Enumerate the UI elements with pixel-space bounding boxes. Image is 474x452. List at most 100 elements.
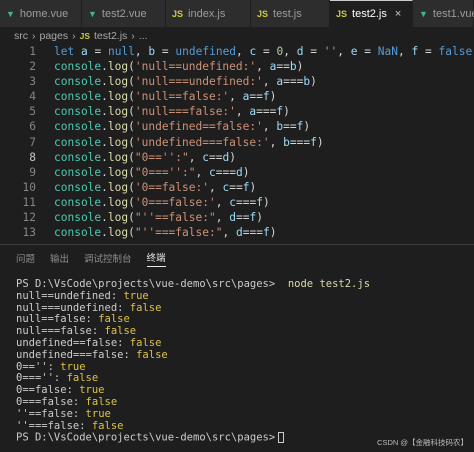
line-number: 11 <box>0 195 54 210</box>
code-line[interactable]: 9console.log("0==='':", c===d) <box>0 165 474 180</box>
line-number: 3 <box>0 74 54 89</box>
panel-tab[interactable]: 终端 <box>147 250 166 267</box>
tab-label: test.js <box>273 8 302 20</box>
output-value: false <box>130 337 162 349</box>
tab-test1-vue[interactable]: ▼ test1.vue <box>413 0 474 27</box>
code-text: console.log('0==false:', c==f) <box>54 180 256 195</box>
vue-icon: ▼ <box>6 9 15 19</box>
tab-test2-js[interactable]: JS test2.js × <box>330 0 413 27</box>
line-number: 6 <box>0 119 54 134</box>
code-text: console.log('null==undefined:', a==b) <box>54 59 303 74</box>
terminal-command: node test2.js <box>288 278 370 290</box>
code-line[interactable]: 6console.log('undefined==false:', b==f) <box>0 119 474 134</box>
js-icon: JS <box>336 9 347 19</box>
code-text: console.log('null==false:', a==f) <box>54 89 276 104</box>
js-icon: JS <box>80 31 90 41</box>
code-text: console.log("''===false:", d===f) <box>54 225 276 240</box>
code-line[interactable]: 7console.log('undefined===false:', b===f… <box>0 135 474 150</box>
output-value: false <box>86 396 118 408</box>
code-line[interactable]: 4console.log('null==false:', a==f) <box>0 89 474 104</box>
code-text: console.log("0==='':", c===d) <box>54 165 250 180</box>
tab-index-js[interactable]: JS index.js <box>166 0 251 27</box>
tab-label: test1.vue <box>433 8 474 20</box>
code-line[interactable]: 12console.log("''==false:", d==f) <box>0 210 474 225</box>
output-label: 0===false: <box>16 396 86 408</box>
chevron-right-icon: › <box>131 30 135 42</box>
code-line[interactable]: 5console.log('null===false:', a===f) <box>0 104 474 119</box>
output-value: false <box>92 420 124 432</box>
code-line[interactable]: 3console.log('null===undefined:', a===b) <box>0 74 474 89</box>
code-line[interactable]: 2console.log('null==undefined:', a==b) <box>0 59 474 74</box>
tab-label: index.js <box>188 8 225 20</box>
panel-tab[interactable]: 输出 <box>50 251 69 265</box>
output-label: 0=='': <box>16 361 60 373</box>
output-value: false <box>105 325 137 337</box>
terminal-output-line: ''===false: false <box>16 421 474 433</box>
tab-test-js[interactable]: JS test.js <box>251 0 330 27</box>
terminal[interactable]: PS D:\VsCode\projects\vue-demo\src\pages… <box>0 271 474 444</box>
output-value: true <box>123 290 148 302</box>
breadcrumb-more[interactable]: ... <box>139 30 148 42</box>
output-value: false <box>67 372 99 384</box>
code-line[interactable]: 10console.log('0==false:', c==f) <box>0 180 474 195</box>
vue-icon: ▼ <box>419 9 428 19</box>
tab-label: home.vue <box>20 8 68 20</box>
output-label: ''==false: <box>16 408 86 420</box>
breadcrumb-src[interactable]: src <box>14 30 28 42</box>
code-text: let a = null, b = undefined, c = 0, d = … <box>54 44 472 59</box>
watermark: CSDN @【金融科技码农】 <box>377 437 468 448</box>
panel-tab[interactable]: 问题 <box>16 251 35 265</box>
js-icon: JS <box>257 9 268 19</box>
chevron-right-icon: › <box>72 30 76 42</box>
line-number: 12 <box>0 210 54 225</box>
line-number: 10 <box>0 180 54 195</box>
panel-tabs: 问题 输出 调试控制台 终端 <box>0 245 474 271</box>
code-line[interactable]: 1let a = null, b = undefined, c = 0, d =… <box>0 44 474 59</box>
code-text: console.log('undefined===false:', b===f) <box>54 135 324 150</box>
code-editor[interactable]: 1let a = null, b = undefined, c = 0, d =… <box>0 44 474 240</box>
breadcrumb-pages[interactable]: pages <box>40 30 69 42</box>
output-label: null===undefined: <box>16 302 130 314</box>
output-value: true <box>86 408 111 420</box>
tab-label: test2.vue <box>102 8 147 20</box>
output-label: null===false: <box>16 325 105 337</box>
bottom-panel: 问题 输出 调试控制台 终端 PS D:\VsCode\projects\vue-de… <box>0 244 474 452</box>
line-number: 13 <box>0 225 54 240</box>
terminal-prompt: PS D:\VsCode\projects\vue-demo\src\pages… <box>16 432 275 444</box>
output-value: false <box>98 313 130 325</box>
tab-home-vue[interactable]: ▼ home.vue <box>0 0 82 27</box>
line-number: 2 <box>0 59 54 74</box>
line-number: 7 <box>0 135 54 150</box>
code-line[interactable]: 11console.log('0===false:', c===f) <box>0 195 474 210</box>
close-icon[interactable]: × <box>395 8 401 20</box>
code-text: console.log("0=='':", c==d) <box>54 150 236 165</box>
line-number: 4 <box>0 89 54 104</box>
output-value: false <box>136 349 168 361</box>
code-text: console.log('undefined==false:', b==f) <box>54 119 310 134</box>
output-label: null==false: <box>16 313 98 325</box>
code-line[interactable]: 8console.log("0=='':", c==d) <box>0 150 474 165</box>
output-label: null==undefined: <box>16 290 123 302</box>
editor-tabs: ▼home.vue▼test2.vueJSindex.jsJStest.jsJS… <box>0 0 474 27</box>
output-value: true <box>79 384 104 396</box>
js-icon: JS <box>172 9 183 19</box>
vue-icon: ▼ <box>88 9 97 19</box>
breadcrumb-file[interactable]: test2.js <box>94 30 127 42</box>
terminal-cursor[interactable] <box>278 432 284 443</box>
code-text: console.log('null===false:', a===f) <box>54 104 290 119</box>
output-value: true <box>60 361 85 373</box>
line-number: 5 <box>0 104 54 119</box>
output-label: 0==false: <box>16 384 79 396</box>
chevron-right-icon: › <box>32 30 36 42</box>
panel-tab[interactable]: 调试控制台 <box>84 251 132 265</box>
terminal-prompt: PS D:\VsCode\projects\vue-demo\src\pages… <box>16 278 282 290</box>
code-text: console.log('0===false:', c===f) <box>54 195 270 210</box>
tab-test2-vue[interactable]: ▼ test2.vue <box>82 0 166 27</box>
line-number: 8 <box>0 150 54 165</box>
output-label: undefined===false: <box>16 349 136 361</box>
output-label: undefined==false: <box>16 337 130 349</box>
output-label: ''===false: <box>16 420 92 432</box>
line-number: 1 <box>0 44 54 59</box>
tab-label: test2.js <box>352 8 387 20</box>
code-line[interactable]: 13console.log("''===false:", d===f) <box>0 225 474 240</box>
